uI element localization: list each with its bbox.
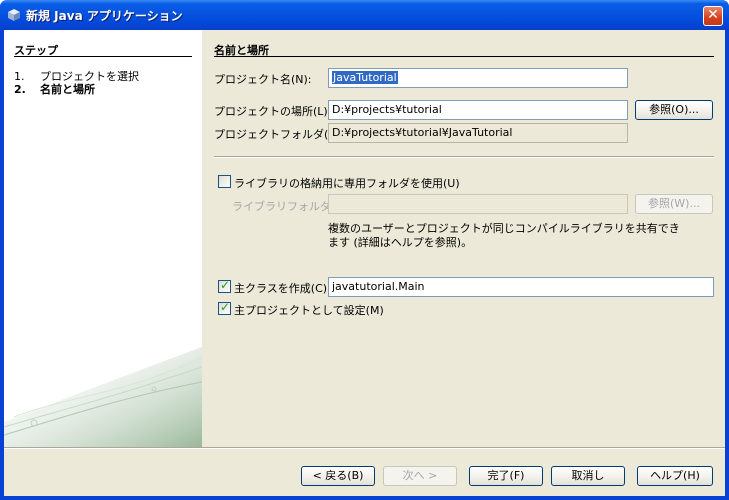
browse-library-button[interactable]: 参照(W)... — [635, 194, 713, 214]
next-button[interactable]: 次へ > — [383, 466, 457, 486]
browse-location-button[interactable]: 参照(O)... — [635, 100, 713, 120]
project-location-label: プロジェクトの場所(L): — [214, 105, 332, 118]
window-title: 新規 Java アプリケーション — [26, 9, 183, 23]
project-folder-label: プロジェクトフォルダ(D): — [214, 128, 345, 141]
step-number: 2. — [14, 83, 26, 96]
separator — [214, 156, 714, 158]
library-folder-input[interactable] — [328, 194, 628, 214]
dialog-client: ステップ 1. プロジェクトを選択 2. 名前と場所 名前と場所 プロジェクト名… — [4, 30, 725, 496]
set-main-project-label[interactable]: 主プロジェクトとして設定(M) — [234, 302, 384, 318]
project-name-value: JavaTutorial — [332, 71, 398, 84]
steps-divider — [14, 56, 192, 57]
library-description-line2: ます (詳細はヘルプを参照)。 — [328, 236, 473, 249]
decorative-swoosh-graphic — [4, 347, 202, 447]
title-bar[interactable]: 新規 Java アプリケーション ✕ — [0, 0, 729, 30]
set-main-project-checkbox[interactable] — [218, 300, 231, 315]
dedicated-library-folder-label[interactable]: ライブラリの格納用に専用フォルダを使用(U) — [234, 175, 460, 191]
dialog-window: 新規 Java アプリケーション ✕ ステップ 1. プロジェクトを選択 2. 名前… — [0, 0, 729, 500]
project-folder-field: D:¥projects¥tutorial¥JavaTutorial — [328, 123, 628, 143]
java-cube-icon — [8, 9, 20, 21]
back-button[interactable]: < 戻る(B) — [301, 466, 375, 486]
create-main-class-label[interactable]: 主クラスを作成(C) — [234, 280, 327, 296]
finish-button[interactable]: 完了(F) — [469, 466, 543, 486]
project-name-input[interactable]: JavaTutorial — [328, 68, 628, 88]
help-button[interactable]: ヘルプ(H) — [637, 466, 713, 486]
dedicated-library-folder-checkbox[interactable] — [218, 175, 231, 188]
main-class-input[interactable]: javatutorial.Main — [328, 277, 714, 297]
project-name-label: プロジェクト名(N): — [214, 73, 312, 86]
step-label: 名前と場所 — [40, 83, 95, 96]
steps-panel: ステップ 1. プロジェクトを選択 2. 名前と場所 — [4, 30, 202, 447]
create-main-class-checkbox[interactable] — [218, 278, 231, 293]
section-divider — [214, 56, 714, 57]
footer-divider — [4, 447, 725, 449]
close-button[interactable]: ✕ — [703, 6, 723, 26]
project-location-input[interactable]: D:¥projects¥tutorial — [328, 100, 628, 120]
content-panel: 名前と場所 プロジェクト名(N): JavaTutorial プロジェクトの場所… — [202, 30, 725, 447]
cancel-button[interactable]: 取消し — [551, 466, 625, 486]
step-name-location: 2. 名前と場所 — [14, 81, 95, 97]
